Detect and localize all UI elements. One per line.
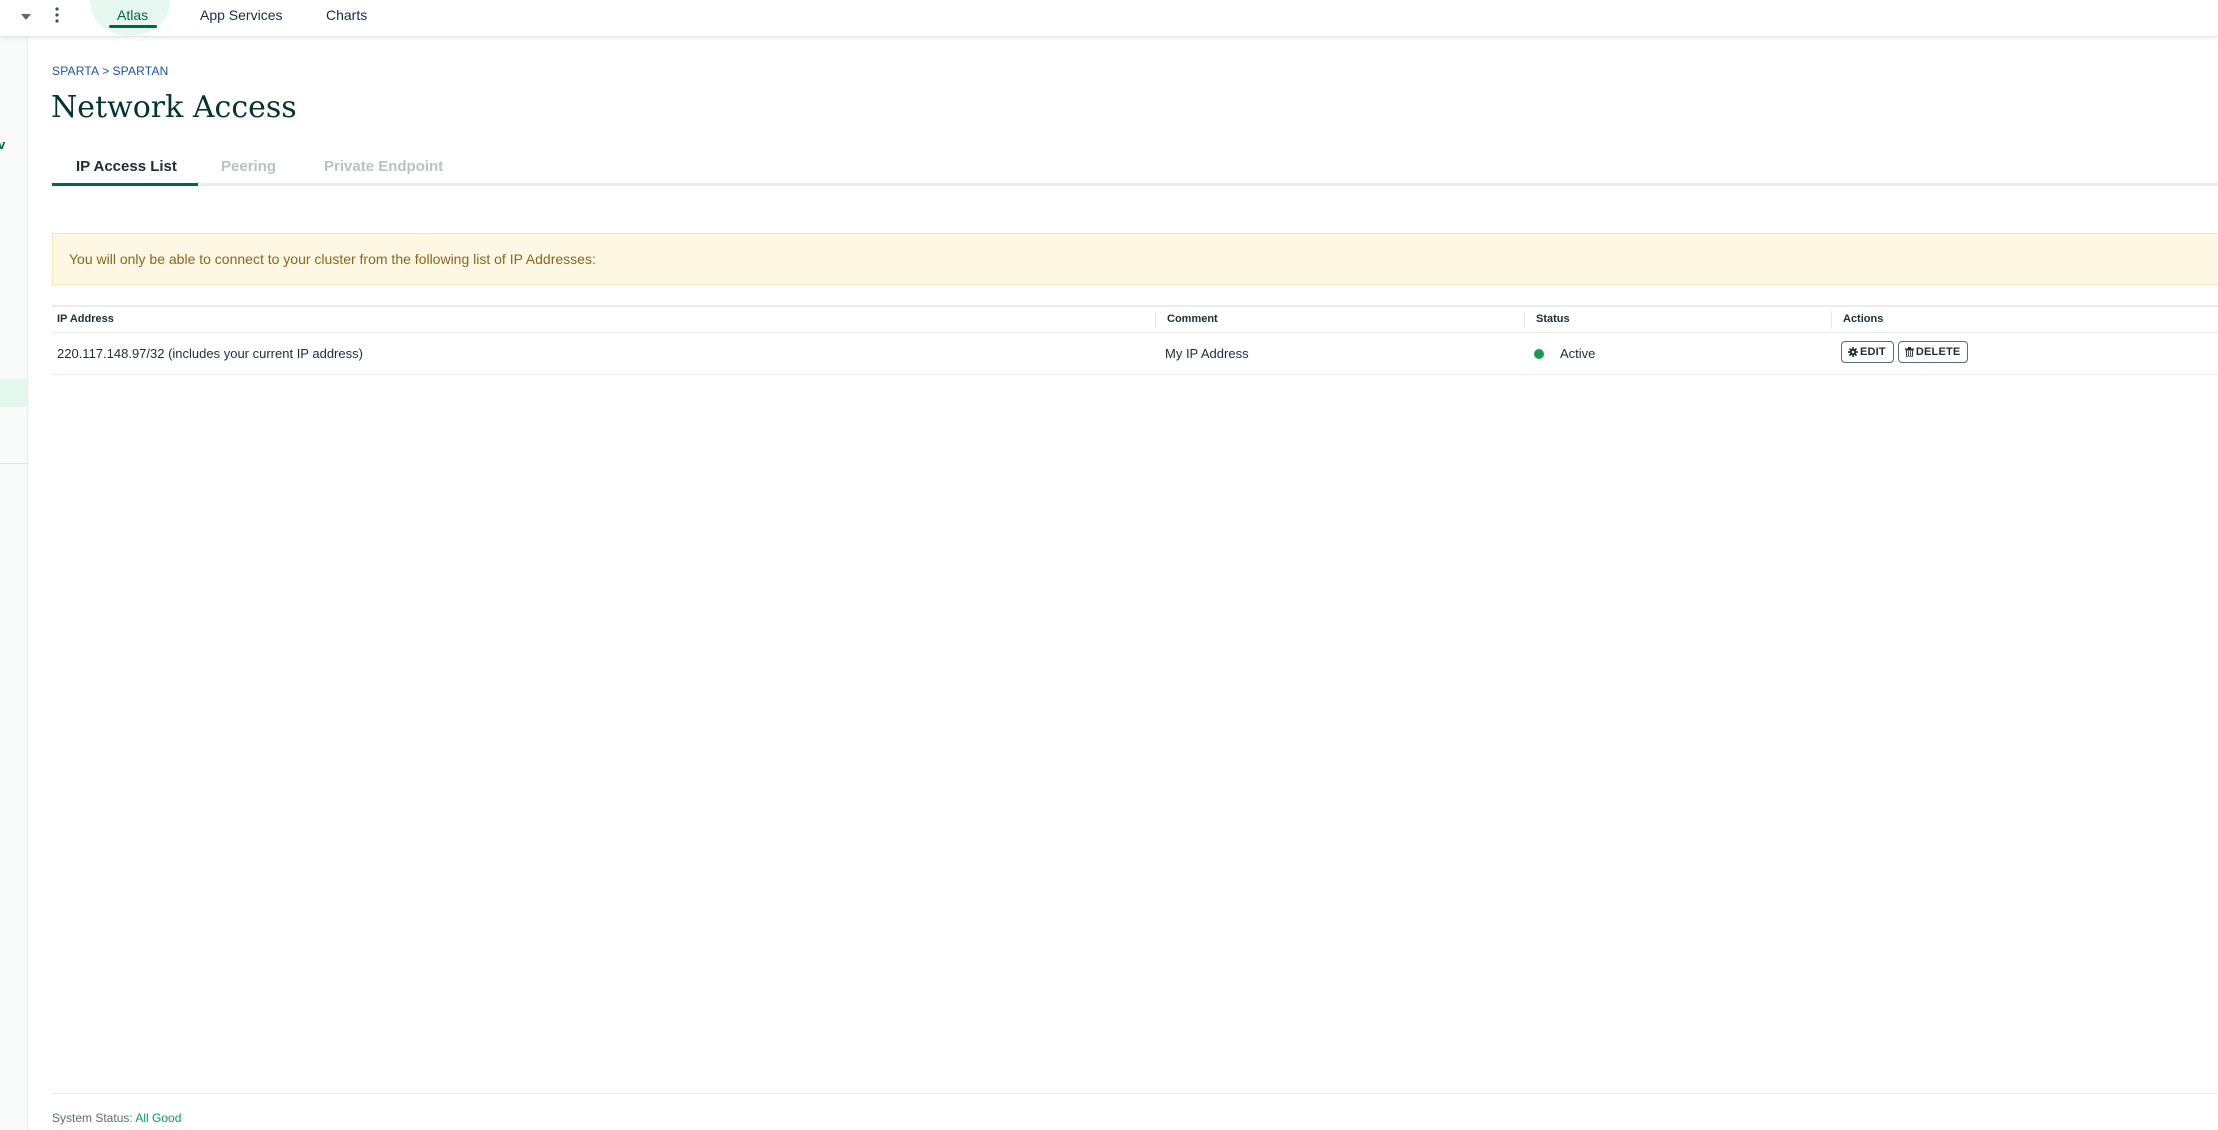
tab-app-services[interactable]: App Services <box>200 7 282 23</box>
trash-icon <box>1904 347 1914 357</box>
breadcrumb-separator: > <box>102 64 110 78</box>
breadcrumb-org-link[interactable]: SPARTA <box>52 64 99 78</box>
delete-button-label: DELETE <box>1915 346 1961 358</box>
tab-atlas[interactable]: Atlas <box>117 7 148 23</box>
edit-button[interactable]: EDIT <box>1841 341 1894 363</box>
status-text: Active <box>1560 346 1596 361</box>
info-banner: You will only be able to connect to your… <box>52 233 2218 285</box>
column-header-ip-address[interactable]: IP Address <box>52 313 114 327</box>
column-header-status[interactable]: Status <box>1524 313 1570 327</box>
breadcrumb: SPARTA > SPARTAN <box>52 64 169 78</box>
status-cell: Active <box>1534 346 1595 361</box>
system-status-label: System Status: <box>52 1111 133 1125</box>
kebab-menu-icon[interactable] <box>50 5 64 25</box>
footer-divider <box>52 1093 2218 1094</box>
delete-button[interactable]: DELETE <box>1897 341 1969 363</box>
column-header-comment[interactable]: Comment <box>1155 313 1218 327</box>
sidebar-item-active[interactable] <box>0 379 27 407</box>
tab-ip-access-list[interactable]: IP Access List <box>76 158 177 175</box>
sidebar-divider <box>0 463 27 464</box>
left-sidebar: v <box>0 37 28 1130</box>
tab-private-endpoint[interactable]: Private Endpoint <box>324 158 443 175</box>
status-dot-icon <box>1534 348 1544 359</box>
breadcrumb-project-link[interactable]: SPARTAN <box>112 64 168 78</box>
comment-cell: My IP Address <box>1165 346 1249 361</box>
table-header: IP Address Comment Status Actions <box>52 305 2218 333</box>
ip-address-cell: 220.117.148.97/32 (includes your current… <box>57 346 363 361</box>
page-title: Network Access <box>51 90 297 125</box>
banner-text: You will only be able to connect to your… <box>69 251 596 267</box>
system-status-link[interactable]: All Good <box>135 1111 181 1125</box>
actions-cell: EDIT DELETE <box>1841 341 1969 363</box>
tab-charts[interactable]: Charts <box>326 7 367 23</box>
sidebar-item-fragment[interactable]: v <box>0 137 5 152</box>
gear-icon <box>1848 347 1858 357</box>
active-subtab-underline <box>52 183 198 186</box>
active-tab-underline <box>109 25 157 28</box>
system-status-footer: System Status: All Good <box>52 1111 181 1125</box>
edit-button-label: EDIT <box>1860 346 1886 358</box>
column-header-actions: Actions <box>1843 313 1884 325</box>
caret-down-icon[interactable] <box>20 11 32 23</box>
ip-access-table: IP Address Comment Status Actions 220.11… <box>52 305 2218 375</box>
tab-peering[interactable]: Peering <box>221 158 276 175</box>
table-row: 220.117.148.97/32 (includes your current… <box>52 333 2218 375</box>
subtab-bar: IP Access List Peering Private Endpoint <box>52 156 2218 186</box>
top-nav-bar: Atlas App Services Charts <box>0 0 2218 37</box>
